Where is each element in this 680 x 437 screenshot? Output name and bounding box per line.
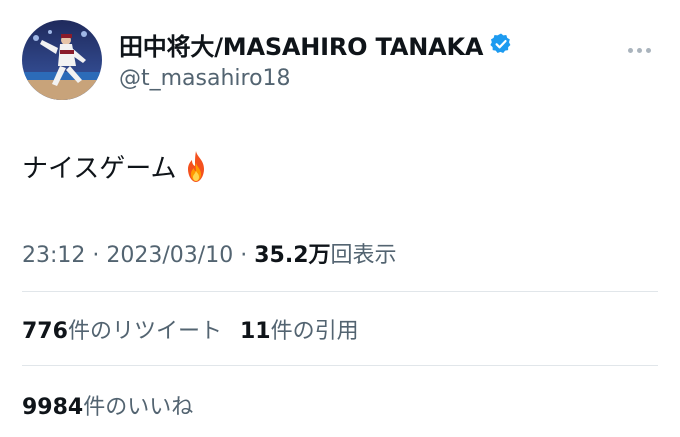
retweet-quote-stats: 776件のリツイート 11件の引用 (22, 313, 359, 345)
divider (22, 365, 658, 366)
likes-link[interactable]: 9984件のいいね (22, 395, 193, 420)
author-names: 田中将大/MASAHIRO TANAKA @t_masahiro18 (119, 26, 513, 91)
views-count: 35.2万 (254, 243, 331, 268)
retweets-label: 件のリツイート (67, 319, 222, 344)
display-name[interactable]: 田中将大/MASAHIRO TANAKA (119, 27, 483, 62)
avatar[interactable] (22, 20, 102, 100)
meta-separator: · (240, 243, 248, 268)
retweets-count: 776 (22, 319, 68, 344)
views-label: 回表示 (330, 243, 397, 268)
more-horizontal-icon[interactable] (626, 38, 654, 53)
likes-stats: 9984件のいいね (22, 389, 193, 421)
fire-emoji-icon (188, 150, 205, 182)
handle[interactable]: @t_masahiro18 (119, 66, 513, 91)
meta-separator: · (92, 243, 100, 268)
retweets-link[interactable]: 776件のリツイート (22, 319, 222, 344)
quotes-label: 件の引用 (270, 319, 359, 344)
tweet-text: ナイスゲーム (22, 154, 177, 184)
display-name-row: 田中将大/MASAHIRO TANAKA (119, 26, 513, 62)
likes-label: 件のいいね (83, 395, 194, 420)
tweet-time[interactable]: 23:12 (22, 243, 85, 268)
tweet-text-container: ナイスゲーム (22, 148, 212, 185)
tweet-meta: 23:12 · 2023/03/10 · 35.2万回表示 (22, 237, 397, 269)
likes-count: 9984 (22, 395, 84, 420)
tweet-header: 田中将大/MASAHIRO TANAKA @t_masahiro18 (22, 20, 658, 104)
verified-badge-icon[interactable] (489, 32, 513, 56)
quotes-link[interactable]: 11件の引用 (240, 319, 359, 344)
quotes-count: 11 (239, 319, 271, 344)
divider (22, 291, 658, 292)
tweet-date[interactable]: 2023/03/10 (106, 243, 233, 268)
